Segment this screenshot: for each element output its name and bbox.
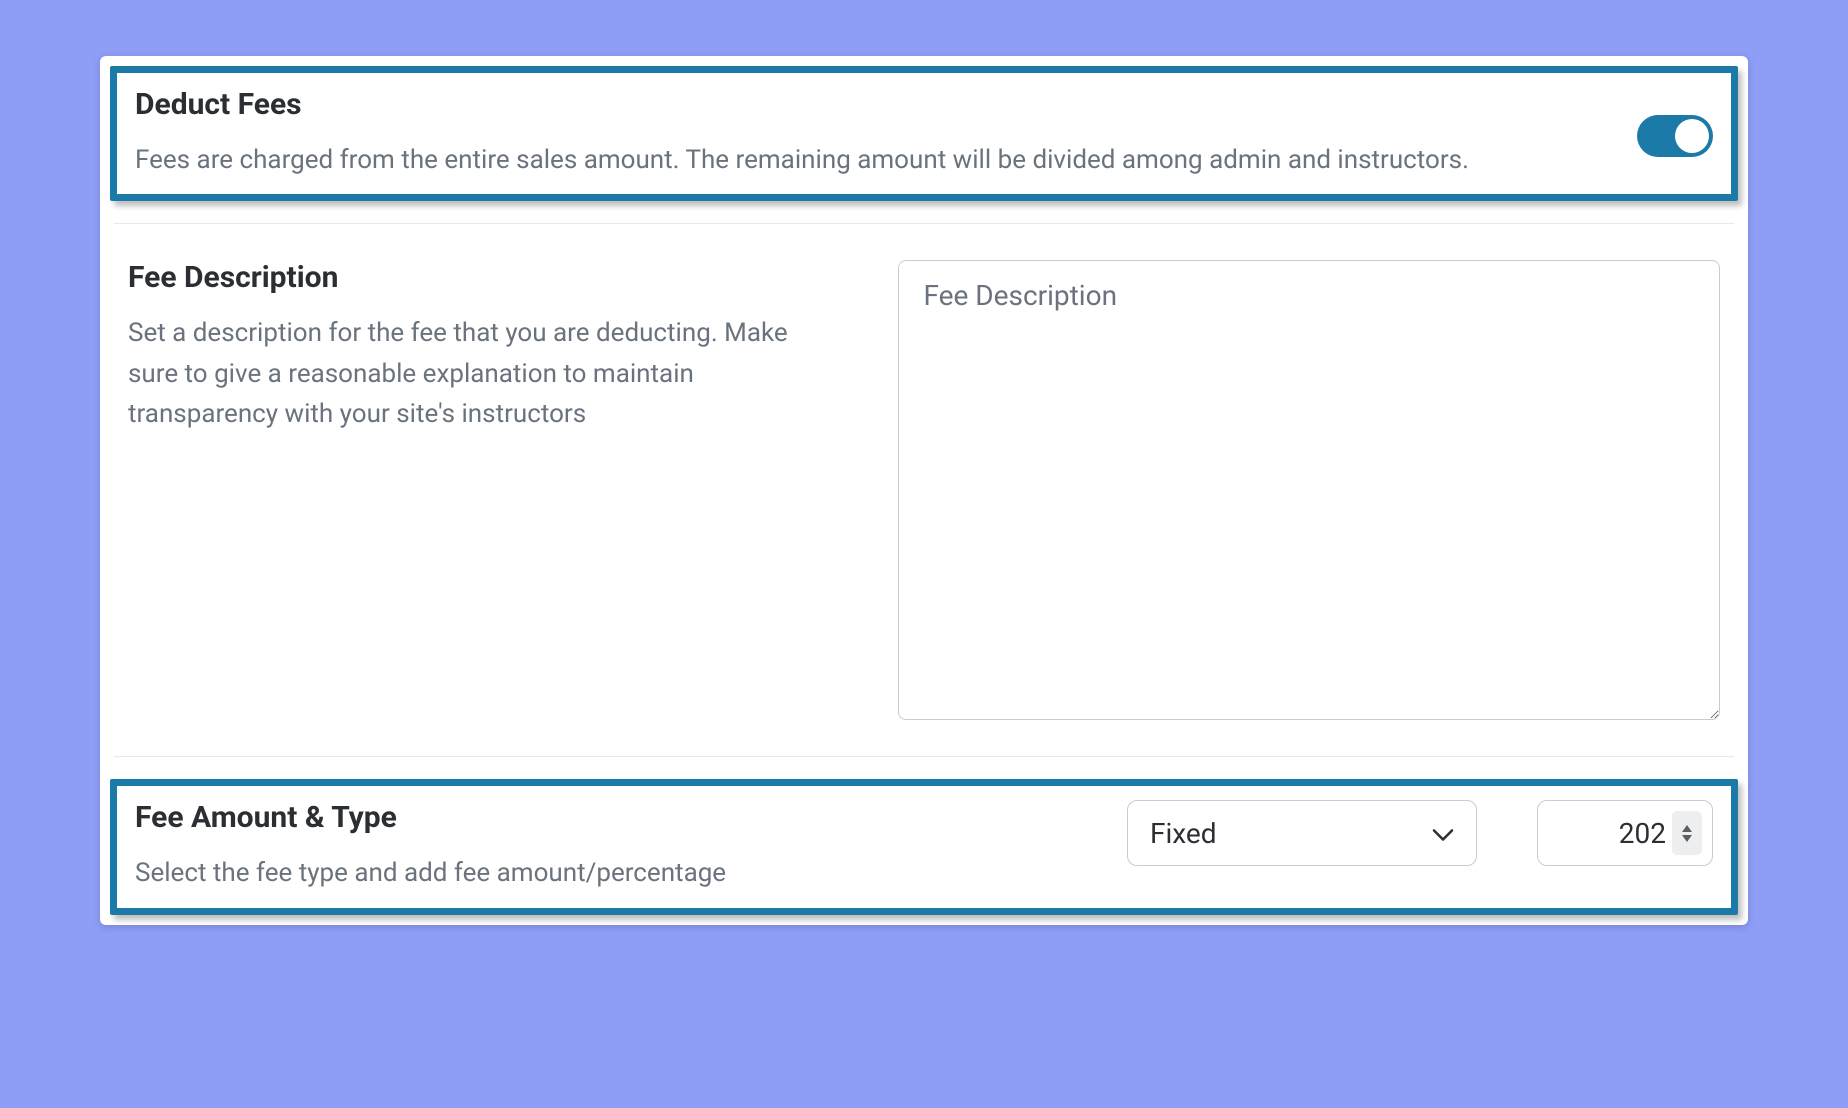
toggle-knob xyxy=(1675,119,1709,153)
deduct-fees-text: Deduct Fees Fees are charged from the en… xyxy=(135,87,1597,180)
fee-description-section: Fee Description Set a description for th… xyxy=(110,246,1738,734)
fee-amount-title: Fee Amount & Type xyxy=(135,800,1087,835)
fee-type-value: Fixed xyxy=(1150,817,1217,850)
fee-amount-input[interactable] xyxy=(1552,817,1666,850)
fee-amount-stepper[interactable] xyxy=(1672,811,1702,855)
chevron-down-icon xyxy=(1432,817,1454,850)
deduct-fees-desc: Fees are charged from the entire sales a… xyxy=(135,140,1597,180)
deduct-fees-title: Deduct Fees xyxy=(135,87,1597,122)
deduct-fees-section: Deduct Fees Fees are charged from the en… xyxy=(110,66,1738,201)
deduct-fees-toggle[interactable] xyxy=(1637,115,1713,157)
fee-description-input[interactable] xyxy=(898,260,1720,720)
divider xyxy=(114,223,1734,224)
fee-amount-input-wrap xyxy=(1537,800,1713,866)
fee-amount-desc: Select the fee type and add fee amount/p… xyxy=(135,853,1087,893)
fee-amount-text: Fee Amount & Type Select the fee type an… xyxy=(135,800,1087,893)
fee-description-desc: Set a description for the fee that you a… xyxy=(128,313,828,434)
chevron-down-icon xyxy=(1682,835,1692,842)
chevron-up-icon xyxy=(1682,825,1692,832)
fee-amount-controls: Fixed xyxy=(1127,800,1713,866)
settings-card: Deduct Fees Fees are charged from the en… xyxy=(100,56,1748,925)
fee-description-title: Fee Description xyxy=(128,260,828,295)
fee-amount-section: Fee Amount & Type Select the fee type an… xyxy=(110,779,1738,914)
fee-description-text: Fee Description Set a description for th… xyxy=(128,260,828,434)
divider xyxy=(114,756,1734,757)
fee-type-select[interactable]: Fixed xyxy=(1127,800,1477,866)
